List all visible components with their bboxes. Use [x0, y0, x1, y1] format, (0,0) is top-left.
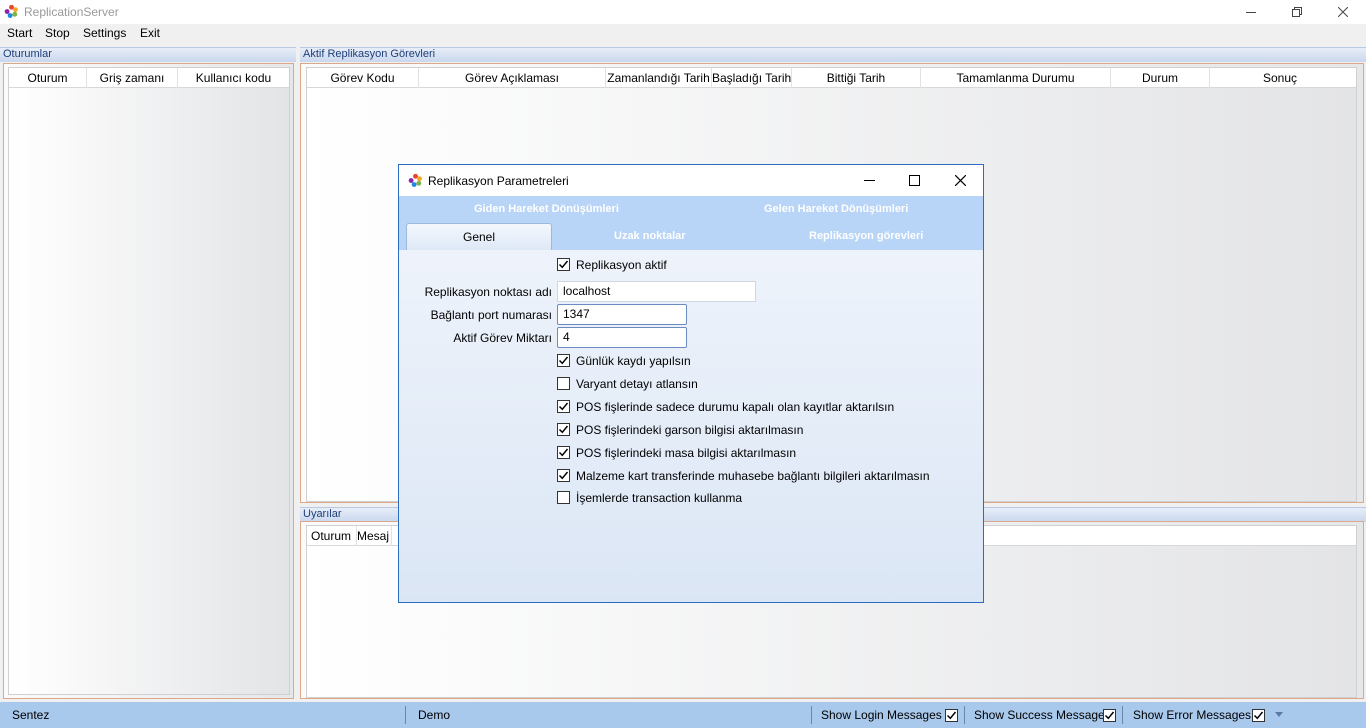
show-login-label: Show Login Messages: [821, 708, 942, 722]
menu-start[interactable]: Start: [7, 26, 32, 40]
option-checkbox[interactable]: [557, 377, 570, 390]
app-logo-icon: [4, 4, 18, 18]
chevron-down-icon[interactable]: [1275, 712, 1283, 718]
dialog-close-button[interactable]: [937, 165, 983, 196]
app-logo-icon: [408, 173, 422, 187]
option-checkbox[interactable]: [557, 423, 570, 436]
option-checkbox[interactable]: [557, 446, 570, 459]
status-separator: [964, 706, 965, 724]
tab-incoming-transformations[interactable]: Gelen Hareket Dönüşümleri: [764, 203, 908, 215]
point-name-input[interactable]: localhost: [557, 281, 756, 302]
checkmark-icon: [558, 402, 569, 411]
column-header[interactable]: Sonuç: [1210, 68, 1350, 88]
column-header[interactable]: Griş zamanı: [87, 68, 178, 88]
minimize-icon: [1246, 12, 1256, 13]
tab-remote-points[interactable]: Uzak noktalar: [614, 230, 686, 242]
option-checkbox[interactable]: [557, 400, 570, 413]
sessions-grid[interactable]: Oturum Griş zamanı Kullanıcı kodu: [8, 67, 290, 695]
status-separator: [1122, 706, 1123, 724]
checkmark-icon: [1104, 711, 1115, 720]
port-label: Bağlantı port numarası: [430, 308, 552, 322]
checkmark-icon: [946, 711, 957, 720]
menu-stop[interactable]: Stop: [45, 26, 70, 40]
show-login-checkbox[interactable]: [945, 709, 958, 722]
show-success-label: Show Success Message: [974, 708, 1105, 722]
sessions-title: Oturumlar: [3, 48, 52, 60]
tab-replication-tasks[interactable]: Replikasyon görevleri: [809, 230, 923, 242]
close-icon: [1338, 7, 1348, 17]
title-bar: ReplicationServer: [0, 0, 1366, 24]
sessions-panel: Oturum Griş zamanı Kullanıcı kodu: [3, 63, 294, 699]
replication-active-checkbox[interactable]: [557, 258, 570, 271]
minimize-icon: [863, 180, 875, 181]
menu-settings[interactable]: Settings: [83, 26, 126, 40]
column-header[interactable]: Bittiği Tarih: [792, 68, 921, 88]
general-tab-content: Replikasyon aktif Replikasyon noktası ad…: [399, 250, 983, 602]
column-header[interactable]: Oturum: [9, 68, 87, 88]
status-separator: [811, 706, 812, 724]
maximize-icon: [908, 175, 920, 186]
port-input[interactable]: 1347: [557, 304, 687, 325]
column-header[interactable]: Görev Açıklaması: [419, 68, 606, 88]
point-name-label: Replikasyon noktası adı: [424, 285, 552, 299]
column-header[interactable]: Zamanlandığı Tarih: [606, 68, 712, 88]
option-label: POS fişlerinde sadece durumu kapalı olan…: [576, 400, 895, 414]
restore-button[interactable]: [1274, 0, 1320, 24]
option-label: Günlük kaydı yapılsın: [576, 354, 691, 368]
tab-outgoing-transformations[interactable]: Giden Hareket Dönüşümleri: [474, 203, 619, 215]
replication-parameters-dialog: Replikasyon Parametreleri Giden Hareket …: [398, 164, 984, 603]
tasks-grid-header: Görev Kodu Görev Açıklaması Zamanlandığı…: [307, 68, 1356, 88]
close-icon: [954, 175, 966, 186]
checkmark-icon: [558, 260, 569, 269]
column-header[interactable]: Tamamlanma Durumu: [921, 68, 1111, 88]
option-checkbox[interactable]: [557, 491, 570, 504]
minimize-button[interactable]: [1228, 0, 1274, 24]
option-label: Varyant detayı atlansın: [576, 377, 698, 391]
window-title: ReplicationServer: [24, 5, 119, 19]
restore-icon: [1292, 7, 1302, 17]
warnings-title: Uyarılar: [303, 508, 342, 520]
checkmark-icon: [558, 471, 569, 480]
show-success-checkbox[interactable]: [1103, 709, 1116, 722]
dialog-tabstrip: Giden Hareket Dönüşümleri Gelen Hareket …: [399, 196, 983, 251]
column-header[interactable]: Kullanıcı kodu: [178, 68, 289, 88]
tab-general[interactable]: Genel: [406, 223, 552, 251]
column-header[interactable]: Başladığı Tarih: [712, 68, 792, 88]
menu-exit[interactable]: Exit: [140, 26, 160, 40]
tasks-title: Aktif Replikasyon Görevleri: [303, 48, 436, 60]
dialog-title: Replikasyon Parametreleri: [428, 174, 569, 188]
menu-bar: Start Stop Settings Exit: [0, 24, 1366, 44]
dialog-minimize-button[interactable]: [846, 165, 892, 196]
column-header[interactable]: Görev Kodu: [307, 68, 419, 88]
option-checkbox[interactable]: [557, 354, 570, 367]
column-header[interactable]: Durum: [1111, 68, 1210, 88]
option-label: POS fişlerindeki garson bilgisi aktarılm…: [576, 423, 804, 437]
status-company: Sentez: [12, 708, 50, 722]
show-error-checkbox[interactable]: [1252, 709, 1265, 722]
option-label: POS fişlerindeki masa bilgisi aktarılmas…: [576, 446, 797, 460]
status-mode: Demo: [418, 708, 451, 722]
checkmark-icon: [558, 425, 569, 434]
column-header[interactable]: Mesaj: [357, 526, 392, 546]
sessions-header: Oturumlar: [0, 47, 296, 62]
option-label: Malzeme kart transferinde muhasebe bağla…: [576, 469, 930, 483]
dialog-maximize-button[interactable]: [891, 165, 937, 196]
checkmark-icon: [558, 356, 569, 365]
task-count-label: Aktif Görev Miktarı: [453, 331, 552, 345]
status-bar: Sentez Demo Show Login Messages Show Suc…: [0, 702, 1366, 728]
task-count-input[interactable]: 4: [557, 327, 687, 348]
close-button[interactable]: [1320, 0, 1366, 24]
checkmark-icon: [1253, 711, 1264, 720]
status-separator: [405, 706, 406, 724]
show-error-label: Show Error Messages: [1133, 708, 1252, 722]
dialog-title-bar: Replikasyon Parametreleri: [399, 165, 983, 196]
checkmark-icon: [558, 448, 569, 457]
tasks-header: Aktif Replikasyon Görevleri: [300, 47, 1366, 62]
option-checkbox[interactable]: [557, 469, 570, 482]
replication-active-label: Replikasyon aktif: [576, 258, 667, 272]
option-label: İşemlerde transaction kullanma: [576, 491, 743, 505]
sessions-grid-header: Oturum Griş zamanı Kullanıcı kodu: [9, 68, 289, 88]
column-header[interactable]: Oturum: [307, 526, 357, 546]
